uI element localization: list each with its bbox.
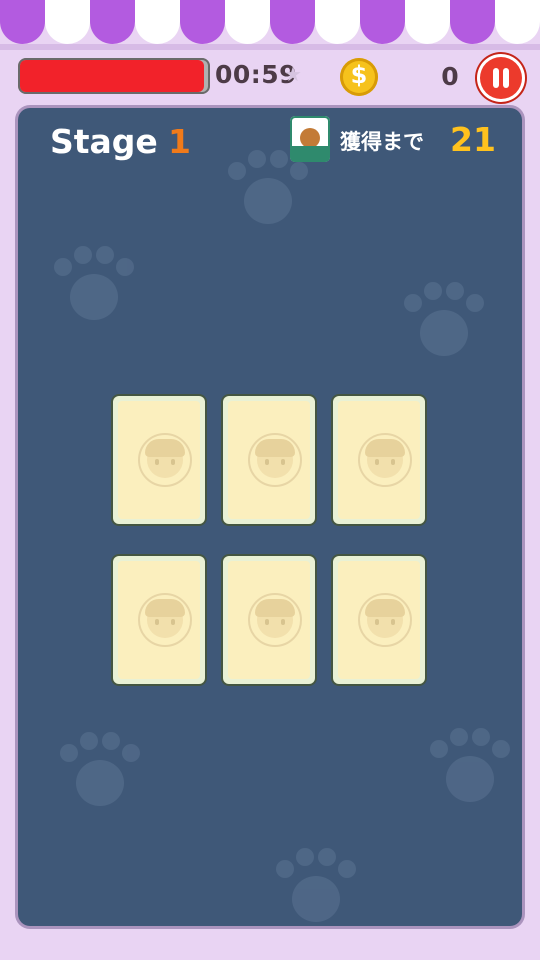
pause-button[interactable] xyxy=(477,54,525,102)
pet-food-bag-icon xyxy=(290,116,330,162)
paw-print-icon xyxy=(404,282,484,364)
shop-awning xyxy=(0,0,540,46)
character-emblem-icon xyxy=(138,593,192,647)
stage-label: Stage xyxy=(50,122,158,161)
paw-print-icon xyxy=(430,728,510,810)
pause-icon xyxy=(493,68,499,88)
stage-number: 1 xyxy=(168,122,191,161)
game-board: Stage 1 獲得まで 21 xyxy=(18,108,522,926)
paw-print-icon xyxy=(276,848,356,926)
character-emblem-icon xyxy=(248,593,302,647)
memory-card[interactable] xyxy=(113,396,205,524)
character-emblem-icon xyxy=(138,433,192,487)
paw-print-icon xyxy=(228,150,308,232)
character-emblem-icon xyxy=(358,593,412,647)
timer-bar xyxy=(18,58,210,94)
coin-icon: $ xyxy=(340,58,378,96)
character-emblem-icon xyxy=(248,433,302,487)
memory-card[interactable] xyxy=(223,556,315,684)
goal-count: 21 xyxy=(450,120,496,159)
paw-print-icon xyxy=(60,732,140,814)
goal-label: 獲得まで xyxy=(340,130,424,154)
memory-card[interactable] xyxy=(333,556,425,684)
memory-card[interactable] xyxy=(113,556,205,684)
sparkle-icon: ★ xyxy=(284,62,302,86)
coin-count: 0 xyxy=(441,62,459,91)
memory-card[interactable] xyxy=(223,396,315,524)
paw-print-icon xyxy=(54,246,134,328)
character-emblem-icon xyxy=(358,433,412,487)
memory-card[interactable] xyxy=(333,396,425,524)
timer-bar-fill xyxy=(20,60,204,92)
